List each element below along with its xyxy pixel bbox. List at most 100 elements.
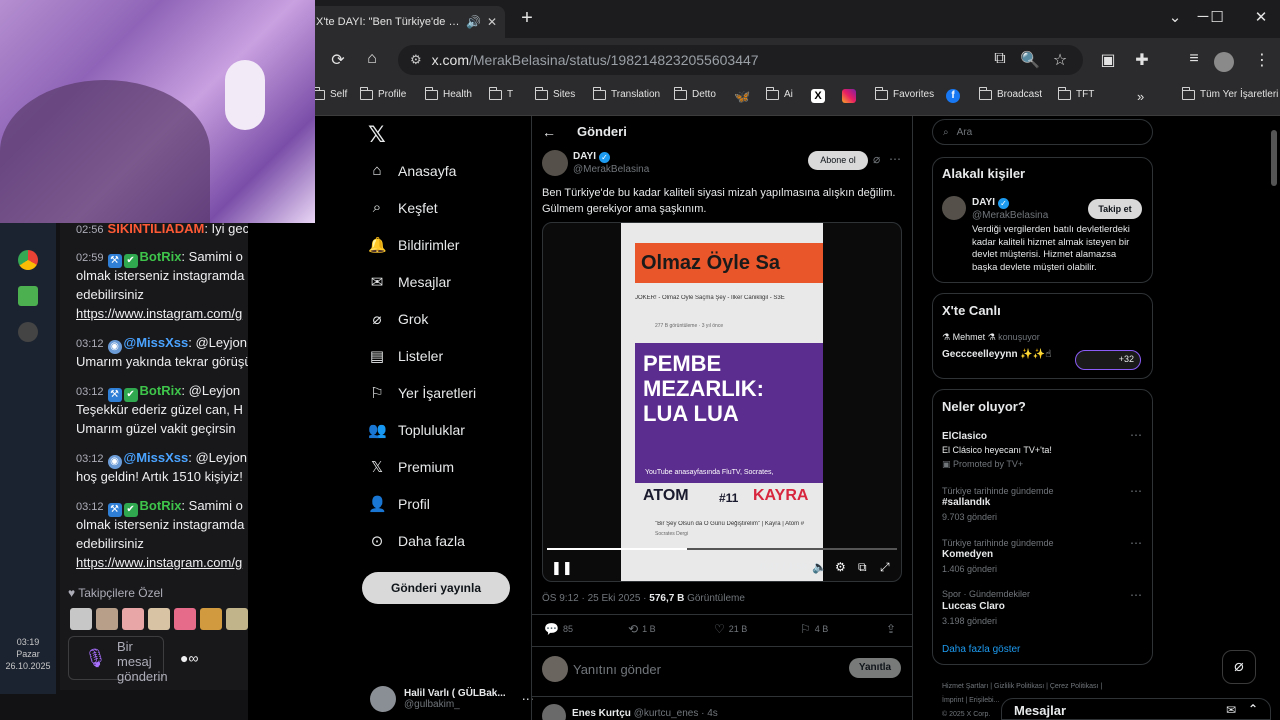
reply-input[interactable]: Yanıtını gönder: [573, 662, 661, 677]
related-handle[interactable]: @MerakBelasina: [972, 210, 1048, 221]
account-switcher[interactable]: Halil Varlı ( GÜLBak... @gulbakim_ ⋯: [370, 686, 534, 712]
more-bookmarks-icon[interactable]: »: [1137, 89, 1144, 104]
share-button[interactable]: ⇪: [886, 622, 896, 636]
avatar[interactable]: [942, 196, 966, 220]
pip-icon[interactable]: ⧉: [858, 560, 867, 575]
media-icon[interactable]: ≡: [1182, 50, 1206, 68]
nav-premium[interactable]: 𝕏 Premium: [368, 458, 454, 476]
bluesky-bookmark[interactable]: 🦋: [734, 89, 750, 105]
nav-bookmarks[interactable]: ⚐ Yer İşaretleri: [368, 384, 476, 402]
instagram-bookmark[interactable]: [842, 89, 856, 103]
messages-drawer[interactable]: Mesajlar ✉ ⌃: [1001, 698, 1271, 720]
more-options-icon[interactable]: ⋯: [1130, 536, 1142, 550]
more-options-icon[interactable]: ⋯: [889, 152, 901, 166]
close-window-button[interactable]: ✕: [1246, 8, 1276, 26]
x-logo-icon[interactable]: 𝕏: [368, 122, 386, 148]
grok-icon[interactable]: ⌀: [873, 152, 880, 166]
bookmark-ai[interactable]: Ai: [765, 86, 793, 100]
emote[interactable]: [148, 608, 170, 630]
nav-more[interactable]: ⊙ Daha fazla: [368, 532, 465, 550]
author-handle[interactable]: @MerakBelasina: [573, 164, 649, 175]
live-listeners[interactable]: +32: [1075, 350, 1141, 370]
home-icon[interactable]: ⌂: [360, 50, 384, 68]
nav-grok[interactable]: ⌀ Grok: [368, 310, 428, 328]
reply-button[interactable]: 💬 85: [544, 622, 573, 636]
avatar[interactable]: [542, 150, 568, 176]
nav-explore[interactable]: ⌕ Keşfet: [368, 199, 438, 216]
app-icon[interactable]: [18, 286, 38, 306]
repost-button[interactable]: ⟲ 1 B: [628, 622, 656, 636]
nav-communities[interactable]: 👥 Topluluklar: [368, 421, 465, 439]
post-button[interactable]: Gönderi yayınla: [362, 572, 510, 604]
follow-button[interactable]: Takip et: [1088, 199, 1142, 219]
extension-icon[interactable]: ▣: [1096, 50, 1120, 70]
pause-icon[interactable]: ❚❚: [551, 560, 573, 576]
scrollbar[interactable]: [1271, 130, 1277, 186]
bookmark-all[interactable]: Tüm Yer İşaretleri: [1181, 86, 1278, 100]
maximize-button[interactable]: ☐: [1202, 8, 1232, 26]
settings-icon[interactable]: ⚙: [835, 560, 846, 574]
reply-submit-button[interactable]: Yanıtla: [849, 658, 901, 678]
x-bookmark[interactable]: X: [811, 89, 825, 103]
bookmark-detto[interactable]: Detto: [673, 86, 716, 100]
chat-link[interactable]: https://www.instagram.com/g: [76, 304, 248, 323]
bookmark-tft[interactable]: TFT: [1057, 86, 1094, 100]
subscribe-button[interactable]: Abone ol: [808, 151, 868, 170]
trend-item[interactable]: #sallandık: [942, 497, 990, 508]
chrome-icon[interactable]: [18, 250, 38, 270]
bookmark-translation[interactable]: Translation: [592, 86, 660, 100]
obs-icon[interactable]: [18, 322, 38, 342]
install-app-icon[interactable]: ⧉: [988, 50, 1012, 68]
emote[interactable]: [70, 608, 92, 630]
address-bar[interactable]: ⚙ x.com /MerakBelasina/status/1982148232…: [398, 45, 1083, 75]
more-options-icon[interactable]: ⋯: [1130, 428, 1142, 442]
nav-home[interactable]: ⌂ Anasayfa: [368, 162, 456, 179]
bookmark-button[interactable]: ⚐ 4 B: [800, 622, 828, 636]
browser-tab[interactable]: X'te DAYI: "Ben Türkiye'de bu kadar k 🔊 …: [300, 6, 505, 38]
reload-icon[interactable]: ⟳: [326, 50, 350, 70]
chevron-down-icon[interactable]: ⌄: [1160, 8, 1190, 26]
close-tab-icon[interactable]: ✕: [487, 15, 497, 29]
search-input[interactable]: ⌕ Ara: [932, 119, 1153, 145]
nav-messages[interactable]: ✉ Mesajlar: [368, 273, 451, 291]
bookmark-sites[interactable]: Sites: [534, 86, 575, 100]
microphone-icon[interactable]: 🎙: [84, 648, 107, 669]
trend-item[interactable]: Luccas Claro: [942, 601, 1005, 612]
new-tab-button[interactable]: +: [515, 6, 539, 30]
show-more-link[interactable]: Daha fazla göster: [942, 644, 1020, 655]
profile-avatar[interactable]: [1214, 52, 1234, 72]
more-options-icon[interactable]: ⋯: [1130, 588, 1142, 602]
puzzle-icon[interactable]: ✚: [1130, 50, 1154, 70]
star-icon[interactable]: ☆: [1048, 50, 1072, 70]
bookmark-t[interactable]: T: [488, 86, 513, 100]
chat-link[interactable]: https://www.instagram.com/g: [76, 553, 248, 572]
speaker-icon[interactable]: 🔊: [466, 15, 481, 29]
nav-profile[interactable]: 👤 Profil: [368, 495, 430, 513]
grok-fab-icon[interactable]: ⌀: [1222, 650, 1256, 684]
nav-lists[interactable]: ▤ Listeler: [368, 347, 443, 365]
bookmark-favorites[interactable]: Favorites: [874, 86, 934, 100]
bookmark-health[interactable]: Health: [424, 86, 472, 100]
nav-notifications[interactable]: 🔔 Bildirimler: [368, 236, 459, 254]
back-arrow-icon[interactable]: ←: [542, 124, 556, 140]
related-name[interactable]: DAYI ✓: [972, 197, 1009, 209]
emote[interactable]: [96, 608, 118, 630]
chat-input[interactable]: Bir mesaj gönderin: [68, 636, 168, 684]
emote[interactable]: [122, 608, 144, 630]
like-button[interactable]: ♡ 21 B: [714, 622, 747, 636]
bookmark-self[interactable]: Self: [311, 86, 347, 100]
author-name[interactable]: DAYI ✓: [573, 151, 610, 163]
emote[interactable]: [226, 608, 248, 630]
more-options-icon[interactable]: ⋯: [1130, 484, 1142, 498]
emote-picker-icon[interactable]: ●∞: [180, 650, 198, 666]
next-post-header[interactable]: Enes Kurtçu @kurtcu_enes · 4s: [572, 708, 718, 719]
menu-icon[interactable]: ⋮: [1250, 50, 1274, 70]
bookmark-broadcast[interactable]: Broadcast: [978, 86, 1042, 100]
trend-item[interactable]: Komedyen: [942, 549, 993, 560]
site-info-icon[interactable]: ⚙: [410, 52, 422, 68]
zoom-icon[interactable]: 🔍: [1018, 50, 1042, 70]
fullscreen-icon[interactable]: ⤢: [880, 560, 890, 575]
volume-icon[interactable]: 🔈: [812, 560, 827, 574]
trend-item[interactable]: ElClasico: [942, 431, 987, 442]
facebook-bookmark[interactable]: f: [946, 89, 960, 103]
